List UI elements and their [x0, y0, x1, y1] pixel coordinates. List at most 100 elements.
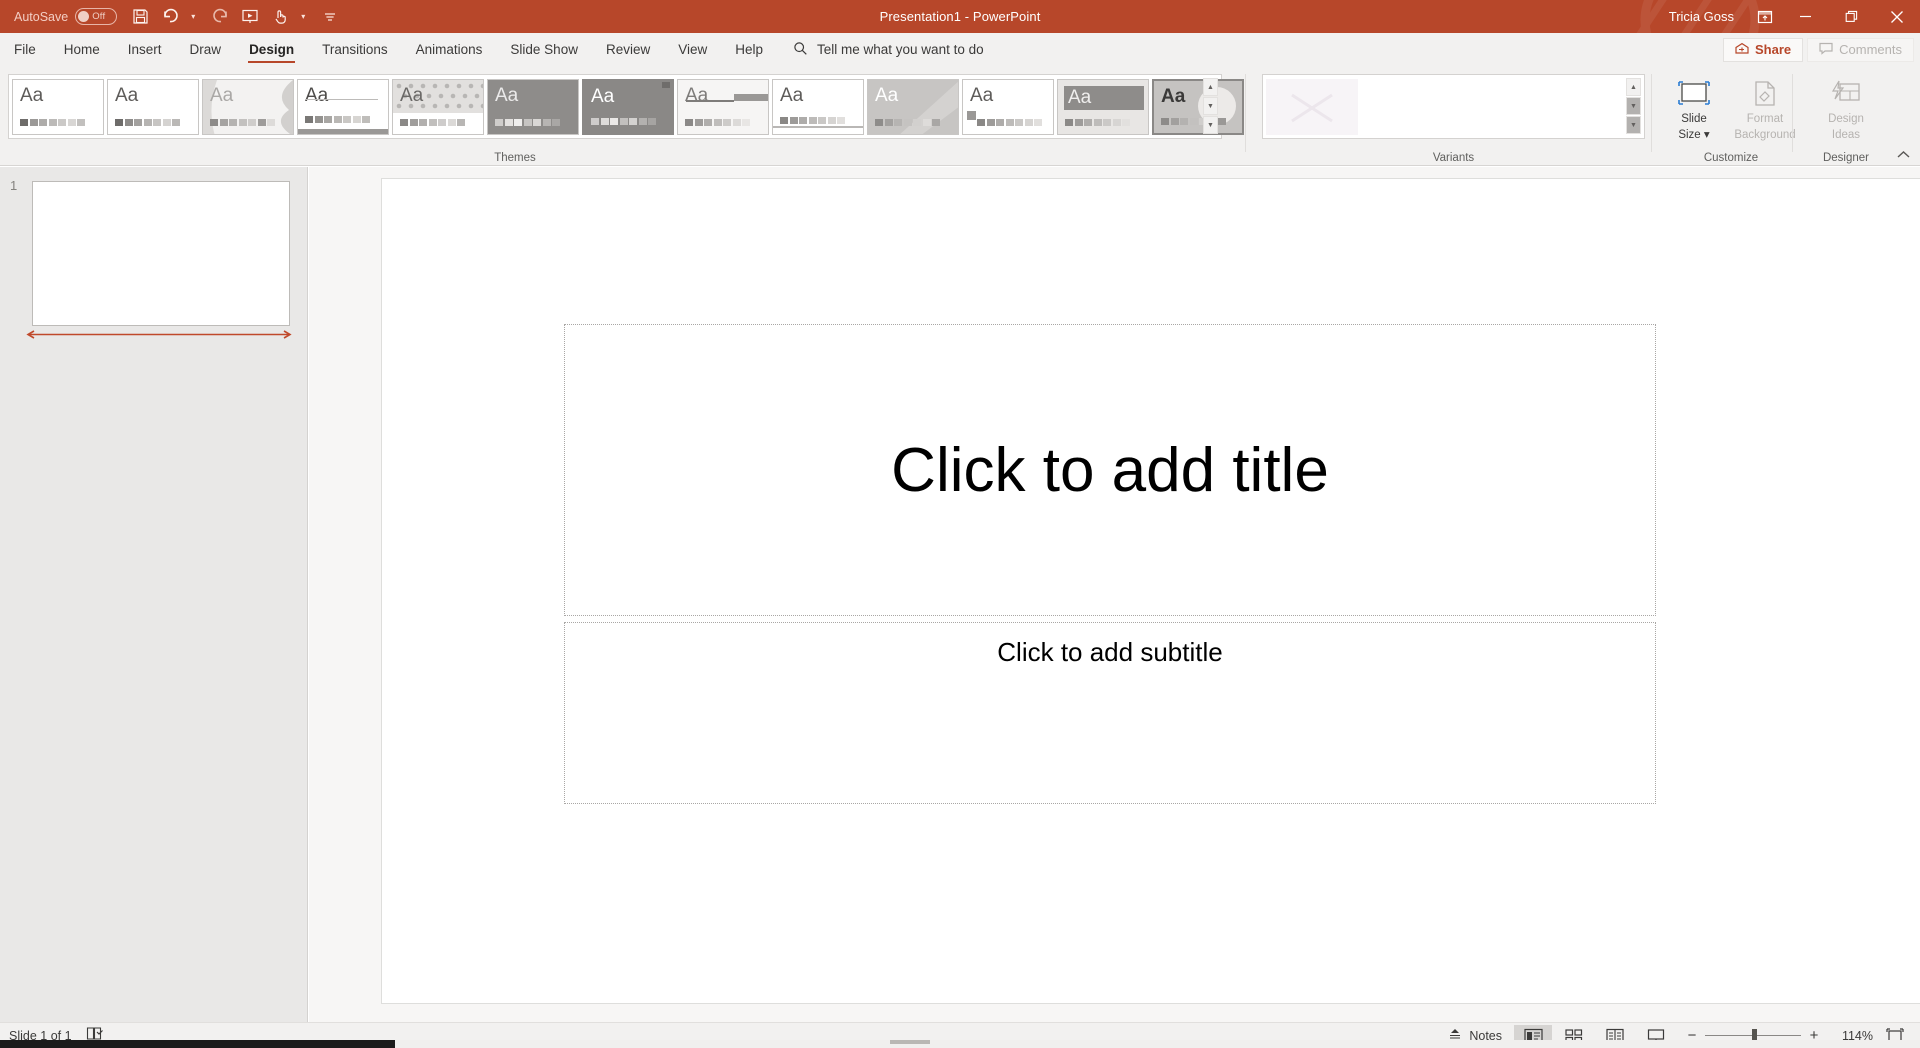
- tab-help[interactable]: Help: [721, 33, 777, 66]
- share-icon: [1735, 42, 1749, 58]
- theme-dividend[interactable]: Aa: [962, 78, 1054, 135]
- variants-scrollbar[interactable]: ▲ ▼ ▼: [1626, 78, 1641, 134]
- theme-office[interactable]: Aa: [12, 78, 104, 135]
- group-label-variants: Variants: [1432, 152, 1475, 164]
- theme-aa-label: Aa: [780, 84, 804, 106]
- theme-swatches: [780, 116, 845, 124]
- variant-blank[interactable]: [1266, 78, 1358, 135]
- theme-facet[interactable]: Aa: [107, 78, 199, 135]
- autosave-toggle[interactable]: AutoSave Off: [8, 8, 125, 25]
- touch-mode-dropdown-icon[interactable]: ▾: [295, 3, 315, 31]
- theme-aa-label: Aa: [115, 84, 139, 106]
- variant-placeholder-icon: [1291, 93, 1333, 122]
- theme-wisp[interactable]: Aa: [202, 78, 294, 135]
- title-placeholder-text: Click to add title: [891, 435, 1329, 505]
- themes-scrollbar[interactable]: ▲ ▼ ▼: [1203, 78, 1218, 134]
- tab-animations[interactable]: Animations: [402, 33, 497, 66]
- tab-label: Slide Show: [510, 42, 578, 57]
- tab-label: Help: [735, 42, 764, 57]
- theme-banded[interactable]: Aa: [297, 78, 389, 135]
- undo-icon[interactable]: [155, 3, 185, 31]
- theme-berlin[interactable]: Aa: [487, 78, 579, 135]
- tab-file[interactable]: File: [0, 33, 50, 66]
- tab-transitions[interactable]: Transitions: [308, 33, 402, 66]
- variants-gallery[interactable]: ▲ ▼ ▼: [1262, 74, 1645, 139]
- theme-frame[interactable]: Aa: [1152, 78, 1244, 135]
- variants-scroll-down-icon[interactable]: ▼: [1626, 97, 1641, 115]
- ribbon-group-variants: ▲ ▼ ▼ Variants: [1245, 66, 1645, 166]
- undo-dropdown-icon[interactable]: ▾: [185, 3, 205, 31]
- autosave-knob: [78, 11, 90, 22]
- zoom-slider[interactable]: [1705, 1028, 1801, 1042]
- tab-design[interactable]: Design: [235, 33, 308, 66]
- tab-draw[interactable]: Draw: [176, 33, 236, 66]
- start-slideshow-icon[interactable]: [235, 3, 265, 31]
- restore-button[interactable]: [1828, 0, 1874, 33]
- theme-depth[interactable]: Aa: [867, 78, 959, 135]
- tab-label: Draw: [189, 42, 222, 57]
- title-placeholder[interactable]: Click to add title: [564, 324, 1656, 616]
- redo-icon[interactable]: [205, 3, 235, 31]
- ribbon-display-options-icon[interactable]: [1748, 0, 1782, 33]
- variants-more-icon[interactable]: ▼: [1626, 116, 1641, 134]
- tab-label: Review: [605, 42, 651, 57]
- format-background-icon: [1751, 76, 1779, 110]
- themes-scroll-down-icon[interactable]: ▼: [1203, 97, 1218, 115]
- variants-scroll-up-icon[interactable]: ▲: [1626, 78, 1641, 96]
- tab-slide-show[interactable]: Slide Show: [496, 33, 592, 66]
- theme-swatches: [1065, 118, 1130, 126]
- theme-damask[interactable]: Aa: [772, 78, 864, 135]
- close-button[interactable]: [1874, 0, 1920, 33]
- user-account-name[interactable]: Tricia Goss: [1659, 9, 1748, 24]
- group-label-customize: Customize: [1703, 152, 1759, 164]
- share-label: Share: [1755, 42, 1792, 57]
- customize-qat-icon[interactable]: [315, 3, 345, 31]
- ribbon-tab-bar: File Home Insert Draw Design Transitions…: [0, 33, 1920, 66]
- tab-label: Insert: [127, 42, 162, 57]
- themes-scroll-up-icon[interactable]: ▲: [1203, 78, 1218, 96]
- slide-editing-area[interactable]: Click to add title Click to add subtitle: [309, 167, 1920, 1022]
- tab-label: Home: [63, 42, 100, 57]
- comments-button[interactable]: Comments: [1807, 37, 1914, 62]
- autosave-switch[interactable]: Off: [75, 8, 118, 25]
- theme-celestial[interactable]: Aa: [582, 78, 674, 135]
- tab-home[interactable]: Home: [50, 33, 114, 66]
- theme-aa-label: Aa: [20, 84, 44, 106]
- save-icon[interactable]: [125, 3, 155, 31]
- themes-more-icon[interactable]: ▼: [1203, 116, 1218, 134]
- theme-swatches: [591, 117, 656, 125]
- theme-swatches: [305, 115, 370, 123]
- design-ideas-line1: Design: [1828, 113, 1864, 125]
- tab-label: Design: [249, 42, 295, 57]
- theme-aa-label: Aa: [1068, 86, 1092, 108]
- touch-mode-icon[interactable]: [265, 3, 295, 31]
- theme-circuit[interactable]: Aa: [677, 78, 769, 135]
- tab-review[interactable]: Review: [592, 33, 664, 66]
- slide-canvas[interactable]: Click to add title Click to add subtitle: [381, 178, 1920, 1004]
- theme-basis[interactable]: Aa: [392, 78, 484, 135]
- tab-insert[interactable]: Insert: [114, 33, 176, 66]
- collapse-ribbon-icon[interactable]: [1897, 150, 1910, 162]
- slide-size-button[interactable]: Slide Size ▾: [1663, 76, 1725, 142]
- tell-me-search[interactable]: Tell me what you want to do: [777, 33, 984, 66]
- theme-swatches: [875, 118, 940, 126]
- themes-gallery[interactable]: Aa Aa Aa Aa Aa Aa Aa Aa Aa Aa Aa Aa Aa ▲…: [8, 74, 1244, 139]
- design-ideas-icon: [1831, 76, 1861, 110]
- design-ideas-line2: Ideas: [1831, 129, 1861, 142]
- slide-thumbnail-pane[interactable]: 1: [0, 167, 308, 1022]
- theme-aa-label: Aa: [305, 84, 329, 106]
- slide-size-line1: Slide: [1681, 113, 1707, 125]
- quick-access-toolbar: AutoSave Off ▾ ▾: [0, 3, 345, 31]
- slide-thumbnail-1[interactable]: [32, 181, 290, 326]
- ribbon-group-designer: Design Ideas Designer: [1792, 66, 1920, 166]
- design-ideas-button[interactable]: Design Ideas: [1812, 76, 1880, 142]
- tab-view[interactable]: View: [664, 33, 721, 66]
- titlebar-right: Tricia Goss: [1659, 0, 1920, 33]
- minimize-button[interactable]: [1782, 0, 1828, 33]
- slide-size-line2: Size ▾: [1678, 129, 1710, 142]
- taskbar-sliver: [0, 1040, 1920, 1048]
- tab-label: View: [678, 42, 708, 57]
- subtitle-placeholder[interactable]: Click to add subtitle: [564, 622, 1656, 804]
- share-button[interactable]: Share: [1723, 37, 1804, 62]
- theme-droplet[interactable]: Aa: [1057, 78, 1149, 135]
